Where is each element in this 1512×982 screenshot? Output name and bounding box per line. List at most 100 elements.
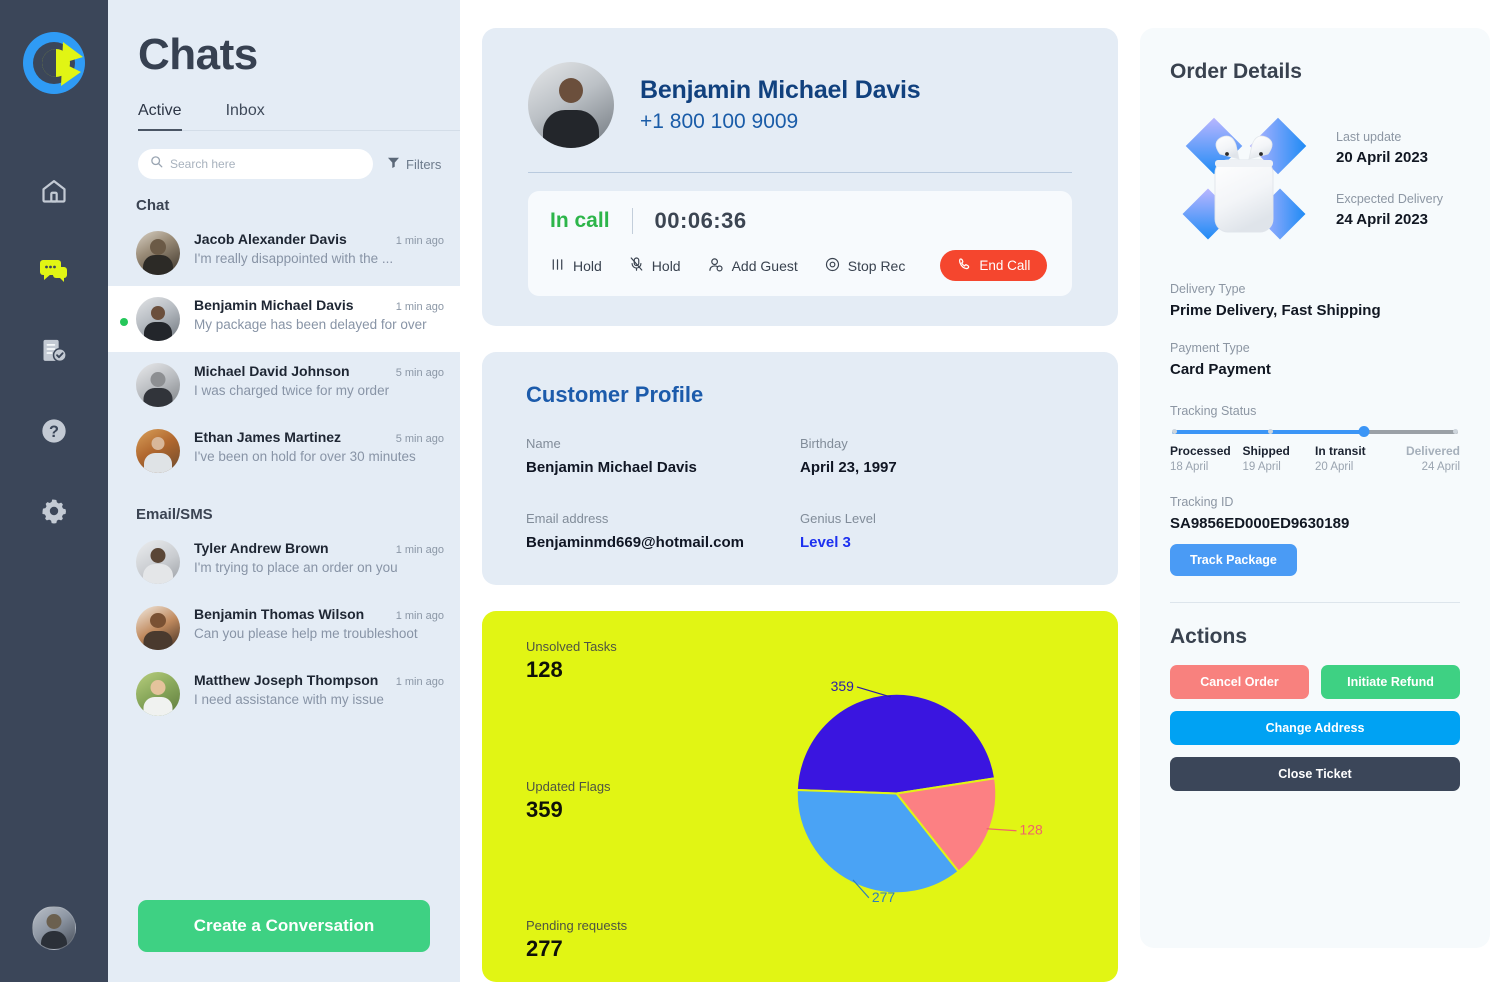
order-meta: Last update 20 April 2023 Excpected Deli… [1336,112,1443,228]
add-user-icon [708,257,724,275]
field-label: Genius Level [800,511,876,526]
list-item-body: Benjamin Michael Davis 1 min ago My pack… [194,297,444,332]
search-box[interactable] [138,149,373,179]
stat-pending-requests: Pending requests 277 [526,918,719,962]
actions-row-close: Close Ticket [1170,757,1460,791]
tab-inbox[interactable]: Inbox [226,102,265,131]
hold-button[interactable]: Hold [550,257,602,275]
mute-button[interactable]: Hold [629,256,681,275]
avatar [136,363,180,407]
search-row: Filters [138,149,460,179]
profile-field-name: Name Benjamin Michael Davis [526,436,800,476]
actions-row-address: Change Address [1170,711,1460,745]
search-input[interactable] [170,157,361,171]
group-label-emailsms: Email/SMS [136,506,213,523]
cancel-order-button[interactable]: Cancel Order [1170,665,1309,699]
field-label: Last update [1336,130,1402,144]
divider [1170,602,1460,603]
call-card: Benjamin Michael Davis +1 800 100 9009 I… [482,28,1118,326]
close-ticket-button[interactable]: Close Ticket [1170,757,1460,791]
list-item[interactable]: Michael David Johnson 5 min ago I was ch… [108,352,460,418]
list-item[interactable]: Benjamin Thomas Wilson 1 min ago Can you… [108,595,460,661]
sidebar-item-settings[interactable] [37,496,71,530]
order-details-title: Order Details [1170,60,1302,83]
create-conversation-button[interactable]: Create a Conversation [138,900,430,952]
tracking-step-delivered: Delivered 24 April [1388,444,1460,473]
search-icon [150,155,163,173]
field-label: Payment Type [1170,341,1250,355]
profile-field-email: Email address Benjaminmd669@hotmail.com [526,511,800,551]
field-label: Birthday [800,436,848,451]
list-item-name: Michael David Johnson [194,363,350,379]
progress-knob[interactable] [1358,426,1370,437]
end-call-button[interactable]: End Call [940,250,1048,281]
add-guest-button[interactable]: Add Guest [708,257,798,275]
list-item-message: I was charged twice for my order [194,383,390,398]
tab-active[interactable]: Active [138,102,182,131]
sidebar-item-help[interactable]: ? [37,416,71,450]
filters-label: Filters [406,156,442,172]
sidebar-item-home[interactable] [37,176,71,210]
list-item-time: 1 min ago [395,610,444,622]
field-value: April 23, 1997 [800,459,897,476]
mute-label: Hold [651,257,681,274]
group-label-chat: Chat [136,197,170,214]
avatar [136,231,180,275]
order-tracking-id: Tracking ID SA9856ED000ED9630189 [1170,495,1460,532]
list-item[interactable]: Ethan James Martinez 5 min ago I've been… [108,418,460,484]
list-item-name: Tyler Andrew Brown [194,540,329,556]
app-root: ? Chats Active Inbox Search here Filters… [0,0,1512,982]
list-item-message: My package has been delayed for over [194,317,427,332]
stats-list: Unsolved Tasks 128 Updated Flags 359 Pen… [526,639,719,962]
sidebar-item-reports[interactable] [37,336,71,370]
progress-tick-delivered [1453,429,1458,434]
order-delivery-type: Delivery Type Prime Delivery, Fast Shipp… [1170,282,1460,319]
list-item[interactable]: Tyler Andrew Brown 1 min ago I'm trying … [108,529,460,595]
pie-slice-label: 277 [872,889,896,905]
list-item-time: 1 min ago [395,544,444,556]
avatar [136,672,180,716]
list-item-time: 1 min ago [395,301,444,313]
change-address-button[interactable]: Change Address [1170,711,1460,745]
field-label: Excpected Delivery [1336,192,1443,206]
nav-items: ? [37,176,71,530]
list-item-time: 5 min ago [395,367,444,379]
order-expected-delivery: Excpected Delivery 24 April 2023 [1336,192,1443,228]
tracking-step-in-transit: In transit 20 April [1315,444,1388,473]
nav-rail: ? [0,0,108,982]
list-item-message: I'm trying to place an order on you [194,560,398,575]
step-name: Shipped [1242,444,1290,458]
list-item-body: Tyler Andrew Brown 1 min ago I'm trying … [194,540,444,575]
list-item-message: I'm really disappointed with the ... [194,251,394,266]
list-item[interactable]: Matthew Joseph Thompson 1 min ago I need… [108,661,460,727]
field-value: Benjamin Michael Davis [526,459,697,476]
track-package-button[interactable]: Track Package [1170,544,1297,576]
filters-button[interactable]: Filters [387,156,441,172]
gear-icon [40,497,68,530]
chat-list-panel: Chats Active Inbox Filters [108,0,460,982]
list-item-name: Jacob Alexander Davis [194,231,347,247]
order-last-update: Last update 20 April 2023 [1336,130,1443,166]
avatar[interactable] [32,906,76,950]
call-status-row: In call 00:06:36 [550,208,1050,234]
call-timer: 00:06:36 [654,208,747,233]
sidebar-item-chats[interactable] [37,256,71,290]
list-item-name: Benjamin Thomas Wilson [194,606,365,622]
list-item[interactable]: Jacob Alexander Davis 1 min ago I'm real… [108,220,460,286]
field-label: Tracking ID [1170,495,1234,509]
field-label: Name [526,436,561,451]
stop-rec-button[interactable]: Stop Rec [825,257,905,275]
tracking-progress-bar[interactable] [1172,426,1458,437]
list-item-name: Matthew Joseph Thompson [194,672,379,688]
chat-icon [39,257,69,290]
list-item-message: I need assistance with my issue [194,692,384,707]
field-label: Email address [526,511,609,526]
brand-logo [21,30,87,96]
stat-updated-flags: Updated Flags 359 [526,779,719,823]
order-panel: Order Details Last update 20 April 2023 … [1140,0,1512,982]
initiate-refund-button[interactable]: Initiate Refund [1321,665,1460,699]
end-call-label: End Call [979,258,1031,273]
list-item[interactable]: Benjamin Michael Davis 1 min ago My pack… [108,286,460,352]
step-date: 20 April [1315,461,1354,473]
avatar [528,62,614,148]
